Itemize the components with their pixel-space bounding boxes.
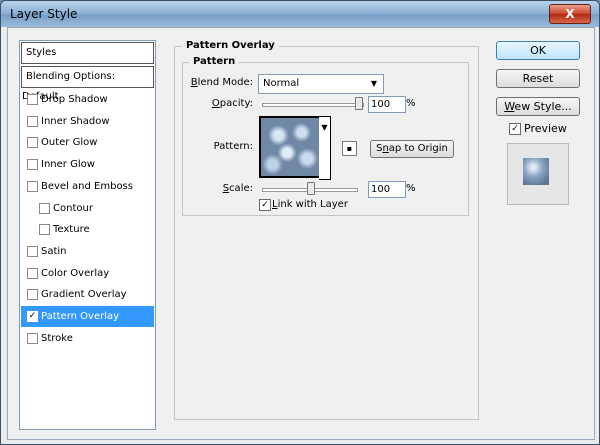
pattern-subgroup-title: Pattern <box>189 56 240 67</box>
scale-unit: % <box>406 183 416 194</box>
style-item-checkbox[interactable] <box>27 332 38 344</box>
style-item-checkbox[interactable] <box>27 289 38 301</box>
snap-to-origin-button[interactable]: Snap to Origin <box>370 140 454 158</box>
style-item-checkbox[interactable] <box>27 94 38 105</box>
scale-label: Scale: <box>222 183 253 194</box>
style-item-satin[interactable]: Satin <box>21 241 154 262</box>
preview-checkbox[interactable]: ✓ <box>509 123 521 135</box>
style-item-color-overlay[interactable]: Color Overlay <box>21 263 154 284</box>
style-item-checkbox[interactable] <box>27 180 38 192</box>
style-item-inner-glow[interactable]: Inner Glow <box>21 154 154 175</box>
style-item-bevel-and-emboss[interactable]: Bevel and Emboss <box>21 176 154 197</box>
style-item-label: Stroke <box>41 332 73 344</box>
style-item-label: Color Overlay <box>41 267 110 279</box>
opacity-slider-thumb[interactable] <box>355 97 363 110</box>
chevron-down-icon: ▼ <box>370 79 377 88</box>
preview-label: Preview <box>524 122 567 135</box>
style-item-checkbox[interactable]: ✓ <box>27 311 38 322</box>
style-item-label: Gradient Overlay <box>41 289 127 301</box>
blend-mode-value: Normal <box>263 78 300 89</box>
style-item-label: Inner Glow <box>41 159 95 171</box>
styles-list: Styles Blending Options: Default Drop Sh… <box>19 40 156 430</box>
opacity-label: Opacity: <box>211 98 253 109</box>
style-item-checkbox[interactable] <box>27 245 38 257</box>
blend-mode-select[interactable]: Normal ▼ <box>258 74 384 94</box>
new-preset-icon[interactable]: ▪ <box>342 141 357 156</box>
title-bar[interactable]: Layer Style X <box>1 1 599 27</box>
opacity-slider-track[interactable] <box>262 103 364 107</box>
style-item-label: Texture <box>53 224 90 236</box>
style-item-label: Outer Glow <box>41 137 98 149</box>
ok-button[interactable]: OK <box>496 41 580 60</box>
scale-slider-thumb[interactable] <box>307 182 315 195</box>
style-item-label: Contour <box>53 202 93 214</box>
link-with-layer-label: Link with Layer <box>272 199 348 210</box>
chevron-down-icon: ▼ <box>321 123 328 132</box>
opacity-unit: % <box>406 98 416 109</box>
opacity-input[interactable]: 100 <box>368 96 406 113</box>
style-preview-thumbnail <box>523 158 549 185</box>
style-item-inner-shadow[interactable]: Inner Shadow <box>21 111 154 132</box>
reset-button[interactable]: Reset <box>496 69 580 88</box>
window-title: Layer Style <box>10 7 78 21</box>
style-item-checkbox[interactable] <box>39 202 50 214</box>
style-item-contour[interactable]: Contour <box>21 198 154 219</box>
style-item-pattern-overlay[interactable]: ✓ Pattern Overlay <box>21 306 154 327</box>
pattern-swatch[interactable] <box>259 116 321 178</box>
pattern-picker-dropdown[interactable]: ▼ <box>319 116 331 180</box>
style-item-outer-glow[interactable]: Outer Glow <box>21 132 154 153</box>
style-item-checkbox[interactable] <box>27 115 38 127</box>
style-item-checkbox[interactable] <box>39 224 50 236</box>
style-item-label: Drop Shadow <box>41 94 108 105</box>
style-item-label: Bevel and Emboss <box>41 180 133 192</box>
style-item-checkbox[interactable] <box>27 159 38 171</box>
style-item-label: Pattern Overlay <box>41 311 120 322</box>
style-item-label: Satin <box>41 245 67 257</box>
blending-options-item[interactable]: Blending Options: Default <box>21 66 154 102</box>
new-style-button[interactable]: Wew Style... <box>496 97 580 116</box>
link-with-layer-checkbox[interactable]: ✓ <box>259 199 271 211</box>
style-item-checkbox[interactable] <box>27 137 38 149</box>
style-item-texture[interactable]: Texture <box>21 219 154 240</box>
style-item-drop-shadow[interactable]: Drop Shadow <box>21 89 154 110</box>
pattern-label: Pattern: <box>213 141 253 152</box>
style-item-stroke[interactable]: Stroke <box>21 328 154 349</box>
pattern-overlay-title: Pattern Overlay <box>182 40 279 51</box>
style-item-label: Inner Shadow <box>41 115 110 127</box>
styles-header[interactable]: Styles <box>21 42 154 64</box>
blend-mode-label: Blend Mode: <box>190 77 253 88</box>
close-button[interactable]: X <box>549 4 591 24</box>
style-item-gradient-overlay[interactable]: Gradient Overlay <box>21 284 154 305</box>
scale-input[interactable]: 100 <box>368 181 406 198</box>
style-item-checkbox[interactable] <box>27 267 38 279</box>
